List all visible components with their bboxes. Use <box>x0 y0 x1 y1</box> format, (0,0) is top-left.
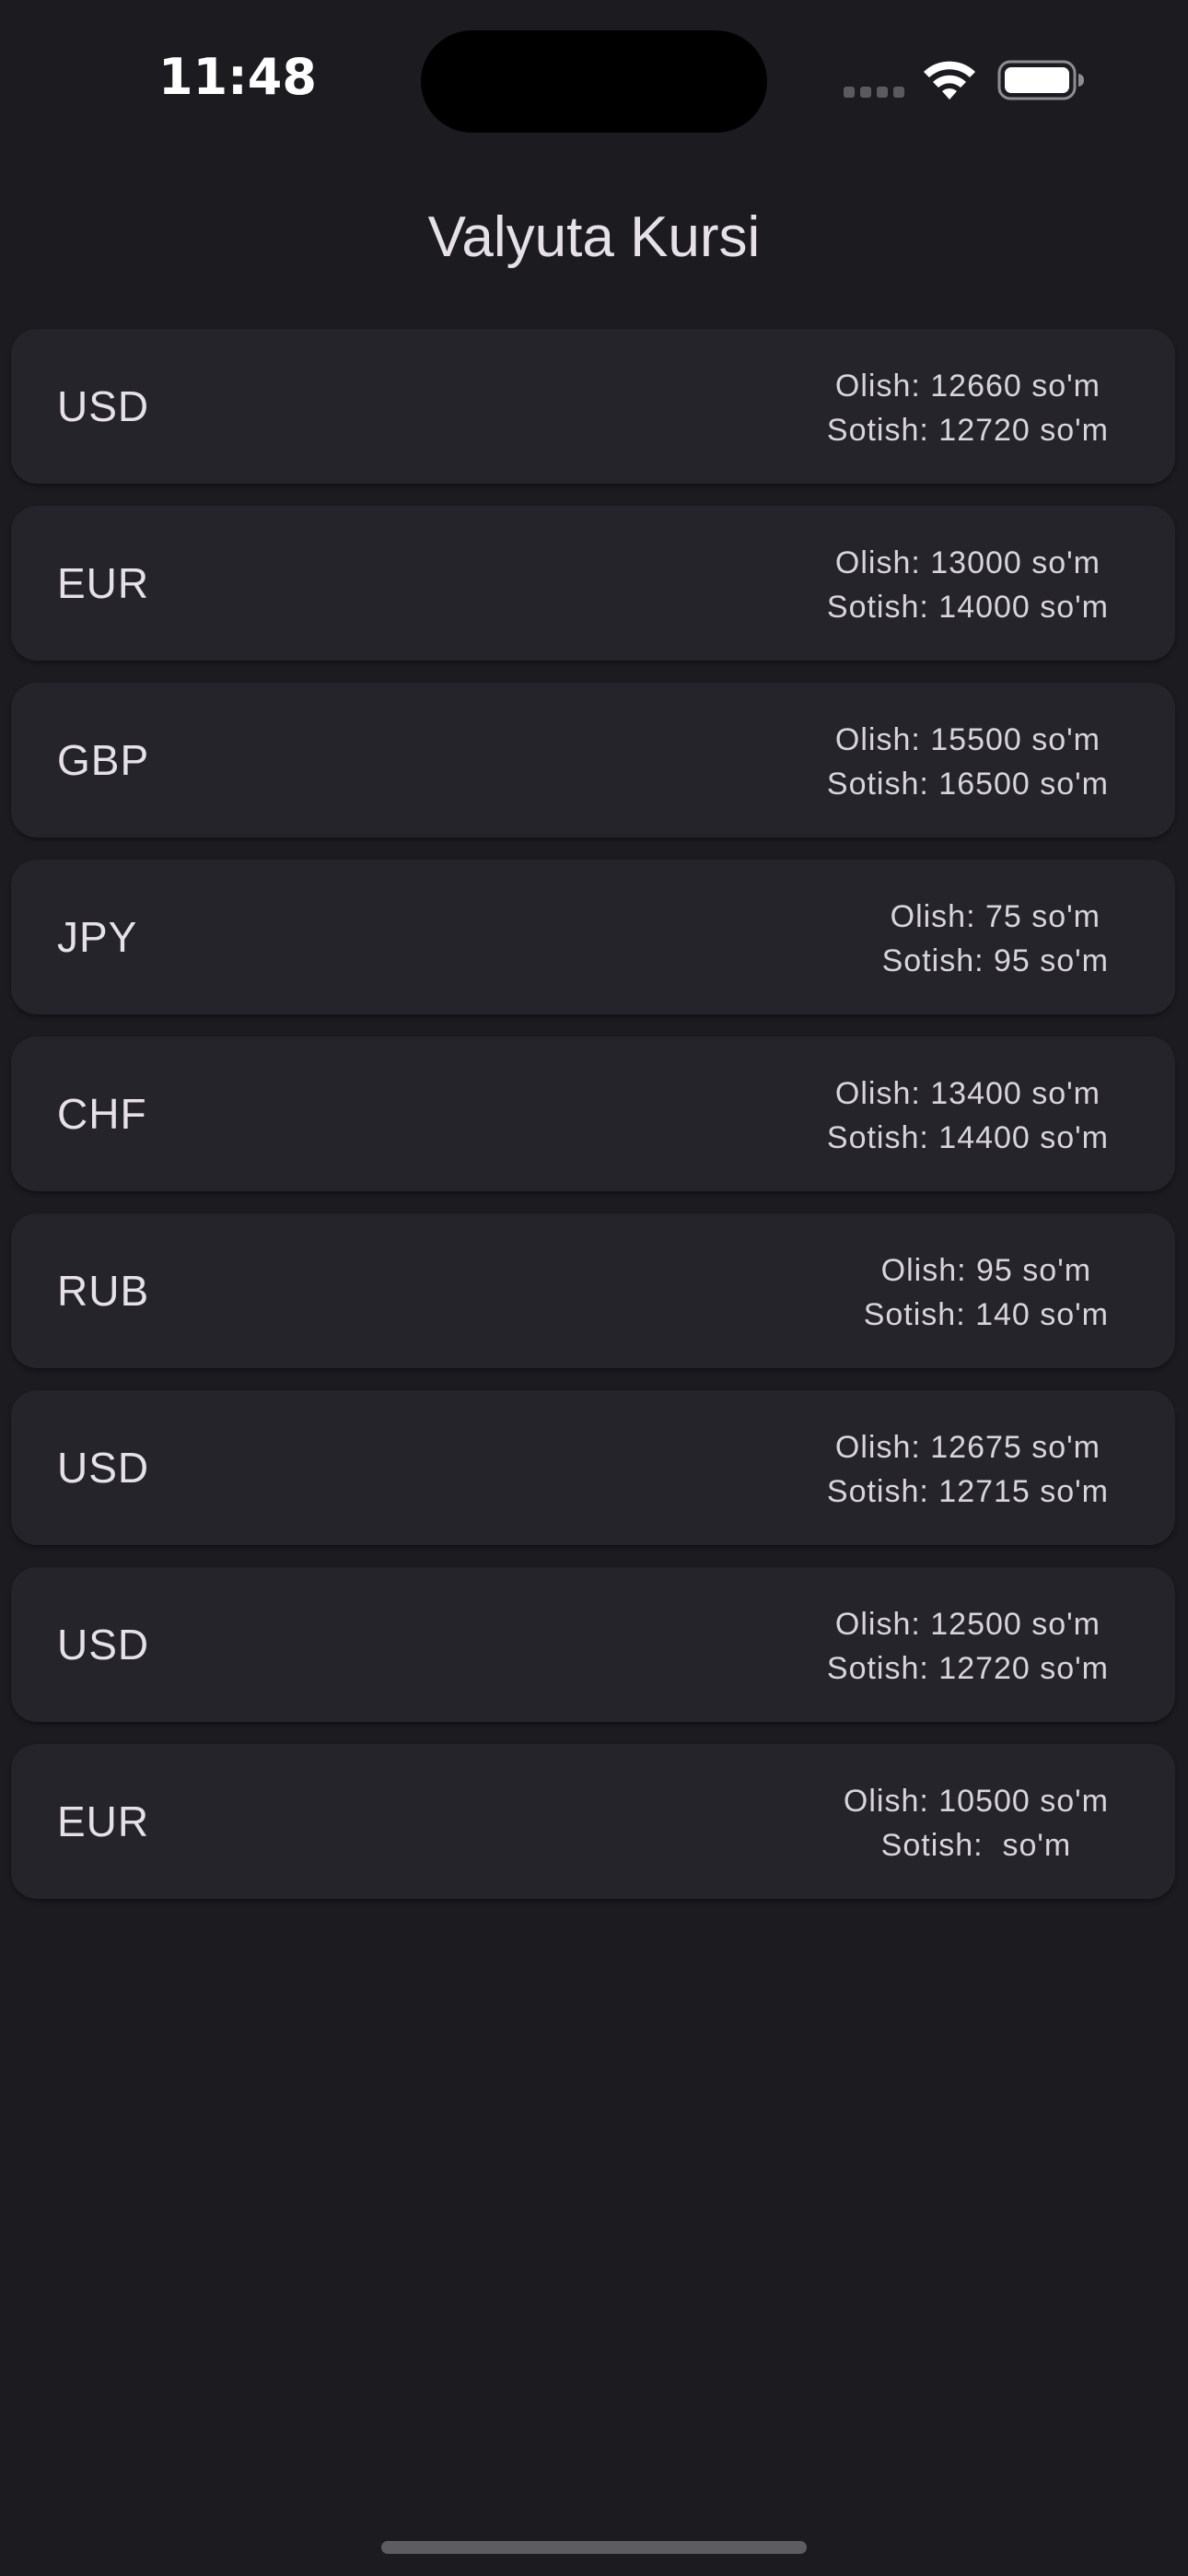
page-title: Valyuta Kursi <box>427 205 761 269</box>
currency-rates: Olish: 12675 so'm Sotish: 12715 so'm <box>827 1425 1109 1514</box>
currency-card[interactable]: RUB Olish: 95 so'm Sotish: 140 so'm <box>11 1213 1175 1368</box>
buy-rate: Olish: 12660 so'm <box>834 369 1101 404</box>
sell-rate: Sotish: so'm <box>880 1828 1072 1863</box>
signal-icon <box>844 87 904 98</box>
currency-card[interactable]: GBP Olish: 15500 so'm Sotish: 16500 so'm <box>11 683 1175 837</box>
buy-rate: Olish: 10500 so'm <box>843 1784 1109 1819</box>
sell-rate: Sotish: 16500 so'm <box>826 767 1109 802</box>
buy-rate: Olish: 75 so'm <box>890 899 1101 934</box>
currency-rates: Olish: 95 so'm Sotish: 140 so'm <box>864 1248 1109 1337</box>
currency-code: CHF <box>57 1090 147 1138</box>
currency-code: USD <box>57 1621 150 1669</box>
sell-rate: Sotish: 12720 so'm <box>826 1651 1109 1686</box>
currency-rates: Olish: 12500 so'm Sotish: 12720 so'm <box>827 1602 1109 1691</box>
currency-code: EUR <box>57 559 150 607</box>
sell-rate: Sotish: 12715 so'm <box>826 1474 1109 1509</box>
buy-rate: Olish: 13000 so'm <box>834 545 1101 580</box>
sell-rate: Sotish: 14000 so'm <box>826 590 1109 625</box>
currency-code: USD <box>57 382 150 430</box>
sell-rate: Sotish: 140 so'm <box>863 1297 1109 1332</box>
currency-card[interactable]: CHF Olish: 13400 so'm Sotish: 14400 so'm <box>11 1036 1175 1191</box>
wifi-icon <box>924 61 975 100</box>
sell-rate: Sotish: 12720 so'm <box>826 413 1109 448</box>
currency-card[interactable]: EUR Olish: 13000 so'm Sotish: 14000 so'm <box>11 506 1175 661</box>
currency-rates: Olish: 13400 so'm Sotish: 14400 so'm <box>827 1071 1109 1160</box>
buy-rate: Olish: 12675 so'm <box>834 1430 1101 1465</box>
battery-icon <box>997 60 1084 100</box>
currency-rates: Olish: 13000 so'm Sotish: 14000 so'm <box>827 541 1109 629</box>
sell-rate: Sotish: 95 so'm <box>881 943 1109 978</box>
currency-rates: Olish: 75 so'm Sotish: 95 so'm <box>882 895 1109 983</box>
currency-rates: Olish: 15500 so'm Sotish: 16500 so'm <box>827 718 1109 806</box>
status-time: 11:48 <box>158 48 317 106</box>
currency-code: RUB <box>57 1267 150 1315</box>
currency-rates: Olish: 10500 so'm Sotish: so'm <box>844 1779 1109 1868</box>
currency-code: EUR <box>57 1797 150 1845</box>
currency-card[interactable]: USD Olish: 12660 so'm Sotish: 12720 so'm <box>11 329 1175 484</box>
status-bar: 11:48 <box>0 0 1188 157</box>
currency-code: JPY <box>57 913 138 961</box>
currency-card[interactable]: JPY Olish: 75 so'm Sotish: 95 so'm <box>11 860 1175 1014</box>
currency-list: USD Olish: 12660 so'm Sotish: 12720 so'm… <box>11 329 1175 1921</box>
currency-code: USD <box>57 1444 150 1492</box>
sell-rate: Sotish: 14400 so'm <box>826 1120 1109 1155</box>
currency-card[interactable]: USD Olish: 12675 so'm Sotish: 12715 so'm <box>11 1390 1175 1545</box>
buy-rate: Olish: 15500 so'm <box>834 722 1101 757</box>
buy-rate: Olish: 13400 so'm <box>834 1076 1101 1111</box>
buy-rate: Olish: 95 so'm <box>880 1253 1092 1288</box>
home-indicator[interactable] <box>381 2541 807 2554</box>
currency-rates: Olish: 12660 so'm Sotish: 12720 so'm <box>827 364 1109 452</box>
dynamic-island <box>421 30 767 133</box>
currency-card[interactable]: EUR Olish: 10500 so'm Sotish: so'm <box>11 1744 1175 1899</box>
currency-card[interactable]: USD Olish: 12500 so'm Sotish: 12720 so'm <box>11 1567 1175 1722</box>
buy-rate: Olish: 12500 so'm <box>834 1607 1101 1642</box>
currency-code: GBP <box>57 736 150 784</box>
